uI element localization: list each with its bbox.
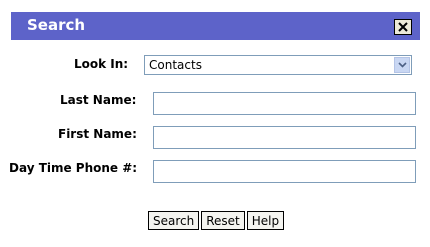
last-name-field[interactable]: [153, 92, 416, 115]
look-in-label: Look In:: [74, 57, 129, 71]
last-name-label: Last Name:: [60, 93, 137, 107]
phone-label: Day Time Phone #:: [9, 161, 138, 175]
dialog-title-bar: Search: [11, 12, 420, 40]
help-button[interactable]: Help: [246, 211, 285, 230]
close-button[interactable]: [394, 19, 412, 35]
close-icon: [398, 22, 408, 32]
reset-button[interactable]: Reset: [201, 211, 245, 230]
look-in-select[interactable]: Contacts: [144, 55, 412, 75]
first-name-field[interactable]: [153, 126, 416, 149]
dialog-title: Search: [27, 16, 86, 34]
search-button[interactable]: Search: [148, 211, 200, 230]
look-in-value: Contacts: [149, 58, 202, 72]
button-group: Search Reset Help: [148, 211, 286, 230]
chevron-down-icon[interactable]: [394, 57, 410, 73]
first-name-label: First Name:: [58, 127, 137, 141]
phone-field[interactable]: [153, 160, 416, 183]
